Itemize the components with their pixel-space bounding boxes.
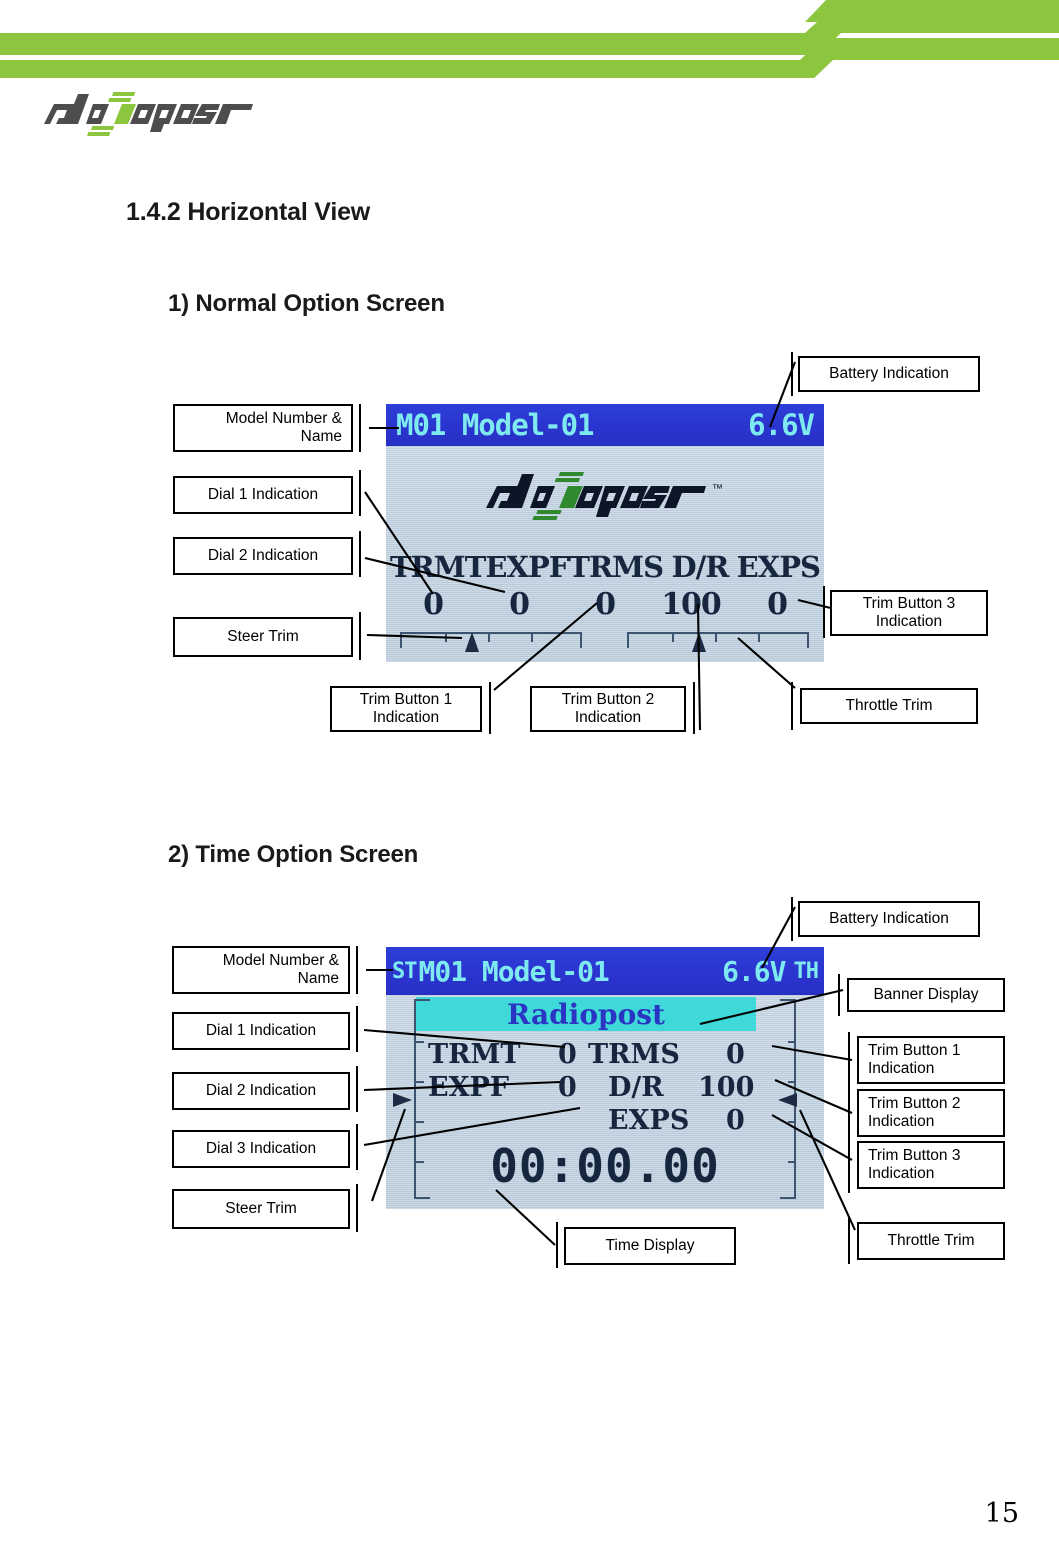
lcd1-value-2: 0	[595, 587, 616, 622]
callout-banner-display: Banner Display	[847, 978, 1005, 1012]
callout-dial-2-indication-2: Dial 2 Indication	[172, 1072, 350, 1110]
header-stripes-shape	[0, 0, 1059, 80]
callout-tick-trim1-1	[489, 682, 491, 734]
callout-tick-timedisplay	[556, 1222, 558, 1268]
lcd1-value-4: 0	[767, 587, 788, 622]
callout-battery-indication-2: Battery Indication	[798, 901, 980, 937]
svg-text:™: ™	[712, 483, 723, 495]
callout-steer-trim-1: Steer Trim	[173, 617, 353, 657]
lcd2-row1-value2: 100	[698, 1072, 755, 1103]
page-title: 1.4.2 Horizontal View	[126, 198, 371, 226]
subsection-time-option-screen: 2) Time Option Screen	[168, 841, 419, 868]
callout-tick-battery-2	[791, 897, 793, 941]
lcd2-row0-label2: TRMS	[588, 1039, 680, 1070]
lcd1-logo: ™	[386, 462, 824, 534]
callout-tick-model-1	[359, 404, 361, 452]
lcd2-time-display: 00:00.00	[490, 1139, 720, 1193]
callout-trim-button-2-indication-2: Trim Button 2 Indication	[857, 1089, 1005, 1137]
lcd1-label-0: TRMT	[390, 550, 486, 584]
lcd2-row0-label1: TRMT	[428, 1039, 521, 1070]
lcd1-steer-trim-pointer	[465, 632, 479, 652]
callout-tick-throttle-2	[848, 1218, 850, 1264]
lcd2-throttle-label: TH	[793, 958, 819, 984]
callout-tick-battery-1	[791, 352, 793, 396]
callout-tick-trim2-2	[848, 1085, 850, 1141]
callout-dial-2-indication-1: Dial 2 Indication	[173, 537, 353, 575]
callout-leader-lines	[363, 361, 856, 1246]
page-number: 15	[984, 1498, 1019, 1529]
lcd1-title-bar: M01 Model-01 6.6V	[386, 404, 824, 446]
callout-trim-button-3-indication-2: Trim Button 3 Indication	[857, 1141, 1005, 1189]
callout-dial-3-indication-2: Dial 3 Indication	[172, 1130, 350, 1168]
lcd2-row1-value1: 0	[558, 1072, 577, 1103]
callout-throttle-trim-1: Throttle Trim	[800, 688, 978, 724]
callout-tick-dial3-2	[356, 1124, 358, 1170]
callout-tick-trim3-2	[848, 1137, 850, 1193]
lcd2-row1-label1: EXPF	[428, 1072, 509, 1103]
callout-tick-model-2	[356, 946, 358, 994]
lcd2-model-name: M01 Model-01	[418, 954, 610, 988]
callout-tick-throttle-1	[791, 682, 793, 730]
lcd1-throttle-trim-bar	[627, 632, 809, 648]
lcd2-row2-label2: EXPS	[608, 1105, 690, 1136]
callout-throttle-trim-2: Throttle Trim	[857, 1222, 1005, 1260]
callout-tick-dial2-1	[359, 531, 361, 577]
lcd1-param-labels: TRMT EXPF TRMS D/R EXPS	[386, 550, 824, 584]
lcd1-steer-trim-bar	[400, 632, 582, 648]
callout-dial-1-indication-1: Dial 1 Indication	[173, 476, 353, 514]
callout-steer-trim-2: Steer Trim	[172, 1189, 350, 1229]
callout-model-number-name-2: Model Number & Name	[172, 946, 350, 994]
lcd1-value-1: 0	[509, 587, 530, 622]
time-option-screen-lcd: ST M01 Model-01 6.6V TH Radiopost TRMT 0…	[386, 947, 824, 1209]
lcd1-label-1: EXPF	[485, 550, 569, 584]
brand-logo	[38, 90, 288, 138]
callout-tick-trim3-1	[823, 586, 825, 638]
callout-trim-button-2-indication-1: Trim Button 2 Indication	[530, 686, 686, 732]
lcd2-row1-label2: D/R	[608, 1072, 664, 1103]
callout-trim-button-1-indication-2: Trim Button 1 Indication	[857, 1036, 1005, 1084]
callout-tick-trim2-1	[693, 682, 695, 734]
lcd2-row0-value1: 0	[558, 1039, 577, 1070]
lcd1-label-3: D/R	[671, 550, 729, 584]
callout-tick-dial1-1	[359, 470, 361, 516]
callout-trim-button-3-indication-1: Trim Button 3 Indication	[830, 590, 988, 636]
callout-time-display: Time Display	[564, 1227, 736, 1265]
callout-tick-dial2-2	[356, 1066, 358, 1112]
lcd1-model-name: M01 Model-01	[396, 408, 595, 442]
lcd2-battery-voltage: 6.6V	[722, 954, 786, 988]
callout-dial-1-indication-2: Dial 1 Indication	[172, 1012, 350, 1050]
normal-option-screen-lcd: M01 Model-01 6.6V ™ TRMT EXPF TRMS D/R E…	[386, 404, 824, 662]
callout-tick-banner	[838, 974, 840, 1016]
lcd2-throttle-trim-pointer	[778, 1093, 797, 1107]
radiopost-lcd-logo-icon: ™	[486, 472, 723, 520]
lcd1-value-3: 100	[661, 587, 722, 622]
lcd2-steer-trim-bar	[414, 999, 430, 1199]
subsection-normal-option-screen: 1) Normal Option Screen	[168, 290, 445, 317]
lcd1-param-values: 0 0 0 100 0	[386, 587, 824, 622]
lcd2-row2-value2: 0	[726, 1105, 745, 1136]
lcd2-row0-value2: 0	[726, 1039, 745, 1070]
lcd1-label-4: EXPS	[736, 550, 821, 584]
lcd1-throttle-trim-pointer	[692, 632, 706, 652]
lcd1-battery-voltage: 6.6V	[748, 408, 815, 442]
callout-tick-steertrim-2	[356, 1184, 358, 1232]
lcd1-value-0: 0	[423, 587, 444, 622]
callout-battery-indication-1: Battery Indication	[798, 356, 980, 392]
lcd2-banner-display: Radiopost	[416, 997, 756, 1031]
lcd2-steer-trim-pointer	[393, 1093, 412, 1107]
callout-tick-steertrim-1	[359, 612, 361, 660]
callout-trim-button-1-indication-1: Trim Button 1 Indication	[330, 686, 482, 732]
lcd1-label-2: TRMS	[568, 550, 664, 584]
radiopost-wordmark-icon	[44, 92, 253, 136]
callout-tick-dial1-2	[356, 1006, 358, 1052]
callout-model-number-name-1: Model Number & Name	[173, 404, 353, 452]
lcd2-title-bar: ST M01 Model-01 6.6V TH	[386, 947, 824, 995]
callout-tick-trim1-2	[848, 1032, 850, 1088]
